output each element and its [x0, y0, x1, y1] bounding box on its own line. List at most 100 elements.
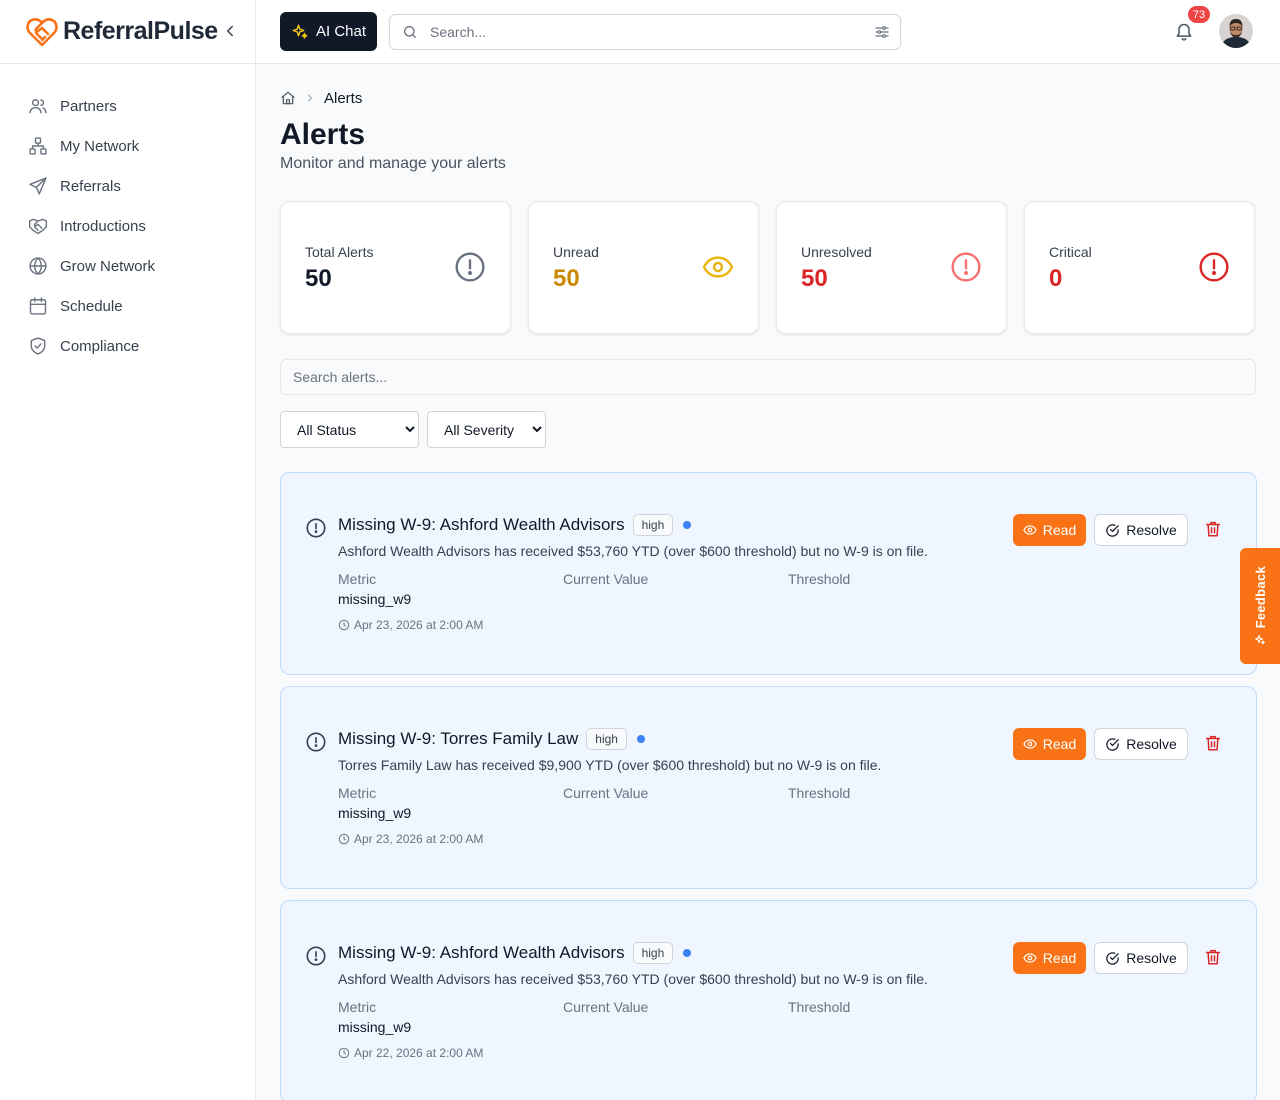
alert-description: Ashford Wealth Advisors has received $53… [338, 543, 928, 559]
threshold-label: Threshold [788, 999, 851, 1015]
notification-count-badge: 73 [1188, 6, 1210, 23]
sparkles-icon [292, 24, 308, 39]
severity-badge: high [632, 514, 674, 536]
brand[interactable]: ReferralPulse [0, 0, 255, 64]
resolve-button[interactable]: Resolve [1094, 514, 1188, 546]
sidebar-item-my-network[interactable]: My Network [0, 126, 255, 166]
mark-read-button[interactable]: Read [1013, 942, 1086, 974]
trash-icon[interactable] [1204, 734, 1222, 752]
metric-label: Metric [338, 999, 377, 1015]
chevron-left-icon[interactable] [221, 22, 239, 40]
resolve-label: Resolve [1126, 736, 1177, 752]
filters: All Status All Severity [280, 411, 1256, 448]
user-avatar[interactable] [1219, 14, 1253, 48]
alert-card[interactable]: Missing W-9: Ashford Wealth Advisors hig… [280, 472, 1257, 675]
unread-dot [683, 521, 692, 529]
stat-value: 50 [801, 265, 828, 292]
alert-title-row: Missing W-9: Ashford Wealth Advisors hig… [338, 514, 692, 536]
stat-label: Unresolved [801, 244, 872, 260]
alert-timestamp: Apr 22, 2026 at 2:00 AM [338, 1046, 483, 1060]
page-title: Alerts [280, 118, 366, 151]
alert-search-input[interactable] [280, 359, 1256, 395]
metric-label: Metric [338, 785, 377, 801]
sparkles-icon [1255, 635, 1265, 645]
alert-card[interactable]: Missing W-9: Torres Family Law high Torr… [280, 686, 1257, 889]
severity-badge: high [632, 942, 674, 964]
metric-label: Metric [338, 571, 377, 587]
stat-value: 50 [553, 265, 580, 292]
ai-chat-button[interactable]: AI Chat [280, 12, 377, 51]
shield-check-icon [30, 337, 46, 355]
trash-icon[interactable] [1204, 520, 1222, 538]
resolve-label: Resolve [1126, 950, 1177, 966]
severity-filter-select[interactable]: All Severity [427, 411, 546, 448]
alert-card[interactable]: Missing W-9: Ashford Wealth Advisors hig… [280, 900, 1257, 1100]
search-icon [404, 26, 416, 38]
sidebar-item-introductions[interactable]: Introductions [0, 206, 255, 246]
sidebar-item-label: Grow Network [60, 257, 156, 275]
stat-label: Unread [553, 244, 599, 260]
threshold-label: Threshold [788, 785, 851, 801]
feedback-tab[interactable]: Feedback [1240, 548, 1280, 664]
severity-badge: high [586, 728, 627, 750]
resolve-button[interactable]: Resolve [1094, 942, 1188, 974]
sidebar-item-schedule[interactable]: Schedule [0, 286, 255, 326]
sidebar-item-compliance[interactable]: Compliance [0, 326, 255, 366]
brand-name: ReferralPulse [63, 17, 218, 45]
current-value-label: Current Value [563, 785, 649, 801]
clock-icon [338, 1047, 350, 1059]
search-input[interactable] [430, 24, 850, 40]
alert-circle-icon [306, 518, 326, 538]
unread-dot [683, 949, 692, 957]
mark-read-button[interactable]: Read [1013, 514, 1086, 546]
send-icon [29, 177, 47, 195]
alert-title-row: Missing W-9: Torres Family Law high [338, 728, 645, 750]
alert-title: Missing W-9: Ashford Wealth Advisors [338, 943, 625, 962]
heart-handshake-logo [26, 17, 58, 46]
metric-value: missing_w9 [338, 805, 412, 821]
read-label: Read [1042, 522, 1077, 538]
breadcrumb: Alerts [280, 89, 1256, 107]
alert-circle-icon [951, 252, 981, 282]
metric-value: missing_w9 [338, 1019, 412, 1035]
home-icon[interactable] [280, 90, 296, 106]
sidebar-item-referrals[interactable]: Referrals [0, 166, 255, 206]
avatar-image [1219, 14, 1253, 48]
mark-read-button[interactable]: Read [1013, 728, 1086, 760]
timestamp-text: Apr 23, 2026 at 2:00 AM [354, 832, 484, 846]
alert-title-row: Missing W-9: Ashford Wealth Advisors hig… [338, 942, 692, 964]
sidebar-item-label: Referrals [60, 177, 121, 195]
filter-sliders-icon[interactable] [874, 24, 890, 40]
alert-description: Torres Family Law has received $9,900 YT… [338, 757, 882, 773]
alert-title: Missing W-9: Ashford Wealth Advisors [338, 515, 625, 534]
stat-card-total: Total Alerts 50 [280, 201, 511, 334]
check-circle-icon [1106, 737, 1119, 751]
resolve-button[interactable]: Resolve [1094, 728, 1188, 760]
stat-value: 50 [305, 265, 332, 292]
users-icon [29, 99, 47, 114]
resolve-label: Resolve [1126, 522, 1177, 538]
sidebar-item-label: Partners [60, 97, 117, 115]
sidebar-item-grow-network[interactable]: Grow Network [0, 246, 255, 286]
trash-icon[interactable] [1204, 948, 1222, 966]
sidebar: ReferralPulse Partners My Network Referr… [0, 0, 256, 1100]
sidebar-item-label: My Network [60, 137, 140, 155]
sidebar-item-label: Compliance [60, 337, 140, 355]
read-label: Read [1042, 950, 1077, 966]
global-search [389, 14, 901, 50]
status-filter-select[interactable]: All Status [280, 411, 419, 448]
stat-value: 0 [1049, 265, 1063, 292]
network-icon [29, 137, 47, 155]
stats-row: Total Alerts 50 Unread 50 Unresolved 50 … [280, 201, 1256, 334]
feedback-label: Feedback [1252, 565, 1268, 629]
timestamp-text: Apr 22, 2026 at 2:00 AM [354, 1046, 484, 1060]
alert-timestamp: Apr 23, 2026 at 2:00 AM [338, 832, 483, 846]
sidebar-item-partners[interactable]: Partners [0, 86, 255, 126]
eye-icon [1023, 525, 1037, 535]
main-content: Alerts Alerts Monitor and manage your al… [280, 64, 1257, 1100]
stat-card-unread: Unread 50 [528, 201, 759, 334]
eye-icon [1023, 953, 1037, 963]
metric-value: missing_w9 [338, 591, 412, 607]
sidebar-item-label: Schedule [60, 297, 123, 315]
bell-icon[interactable] [1174, 22, 1194, 42]
